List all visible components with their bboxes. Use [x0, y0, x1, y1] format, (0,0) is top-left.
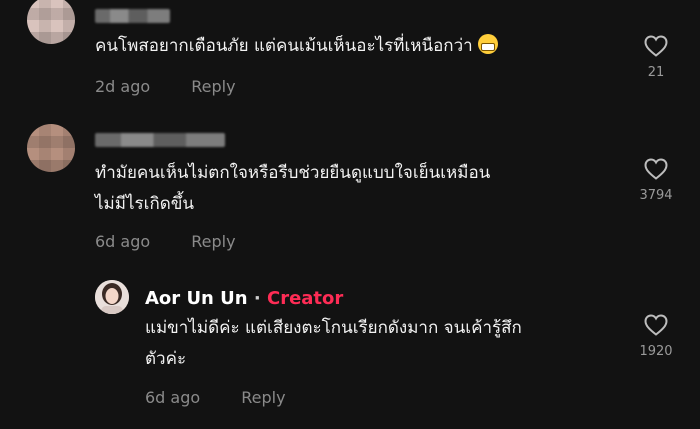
- creator-avatar[interactable]: [95, 280, 129, 314]
- like-button[interactable]: 21: [636, 35, 676, 80]
- heart-icon[interactable]: [644, 314, 668, 336]
- avatar[interactable]: [27, 124, 75, 172]
- comment-text-line-1: ทำมัยคนเห็นไม่ตกใจหรือรีบช่วยยืนดูแบบใจเ…: [95, 163, 491, 183]
- creator-header: Aor Un Un · Creator: [145, 288, 343, 309]
- avatar[interactable]: [27, 0, 75, 44]
- like-count: 21: [647, 65, 665, 80]
- creator-portrait-icon: [95, 280, 129, 314]
- like-count: 3794: [639, 188, 673, 203]
- timestamp: 6d ago: [95, 232, 151, 251]
- heart-icon[interactable]: [644, 158, 668, 180]
- like-count: 1920: [639, 344, 673, 359]
- creator-username[interactable]: Aor Un Un: [145, 288, 248, 309]
- comment-meta: 6d ago Reply: [145, 388, 286, 407]
- username-blurred[interactable]: [95, 9, 170, 23]
- like-button[interactable]: 3794: [636, 158, 676, 203]
- timestamp: 6d ago: [145, 388, 201, 407]
- reply-button[interactable]: Reply: [191, 77, 235, 96]
- creator-badge: Creator: [266, 288, 344, 309]
- comment-text-body: คนโพสอยากเตือนภัย แต่คนเม้นเห็นอะไรที่เห…: [95, 36, 473, 56]
- separator-dot: ·: [253, 288, 261, 309]
- heart-icon[interactable]: [644, 35, 668, 57]
- username-blurred[interactable]: [95, 133, 225, 147]
- timestamp: 2d ago: [95, 77, 151, 96]
- reply-button[interactable]: Reply: [241, 388, 285, 407]
- reply-button[interactable]: Reply: [191, 232, 235, 251]
- comment-text-line-2: ไม่มีไรเกิดขึ้น: [95, 194, 195, 214]
- reply-text-line-1: แม่ขาไม่ดีค่ะ แต่เสียงตะโกนเรียกดังมาก จ…: [145, 318, 522, 338]
- reply-text-line-2: ตัวค่ะ: [145, 349, 187, 369]
- comment-meta: 2d ago Reply: [95, 77, 236, 96]
- grinning-face-icon: [478, 34, 499, 54]
- comment-meta: 6d ago Reply: [95, 232, 236, 251]
- like-button[interactable]: 1920: [636, 314, 676, 359]
- comment-text: คนโพสอยากเตือนภัย แต่คนเม้นเห็นอะไรที่เห…: [95, 31, 499, 62]
